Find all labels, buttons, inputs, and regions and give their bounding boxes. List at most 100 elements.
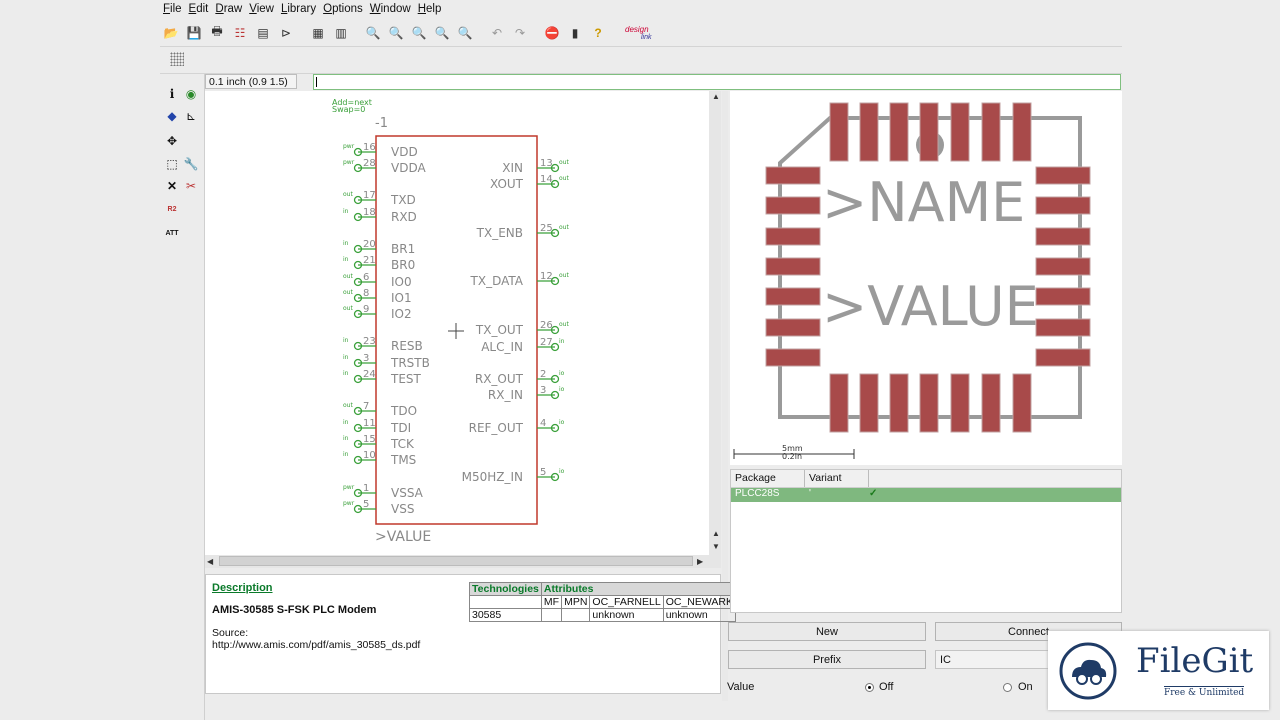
menu-mnemonic: V — [249, 3, 257, 15]
table-col-header: OC_FARNELL — [589, 595, 664, 609]
smash-icon[interactable]: ✂ — [182, 177, 200, 195]
pin-number: 4 — [540, 418, 546, 429]
package-row[interactable]: PLCC28S ' ✓ — [731, 488, 1121, 502]
run-icon[interactable]: ⊳ — [275, 22, 297, 44]
pin-name: XOUT — [490, 177, 524, 191]
change-icon[interactable]: 🔧 — [182, 155, 200, 173]
package-list[interactable]: Package Variant PLCC28S ' ✓ — [730, 469, 1122, 613]
pin-name: RESB — [391, 339, 423, 353]
script-icon[interactable]: ▤ — [252, 22, 274, 44]
stop-icon[interactable]: ⛔ — [541, 22, 563, 44]
menu-window[interactable]: Window — [367, 3, 415, 15]
layers-icon[interactable]: ▥ — [330, 22, 352, 44]
menu-edit[interactable]: Edit — [186, 3, 213, 15]
smd-pad — [829, 373, 849, 433]
redo-icon[interactable]: ↷ — [509, 22, 531, 44]
menu-label: indow — [380, 3, 411, 15]
grid-dots-icon[interactable] — [170, 52, 184, 66]
zoom-in-icon[interactable]: 🔍 — [385, 22, 407, 44]
pin-number: 1 — [363, 483, 369, 494]
symbol-drawing: Add=nextSwap=0-1>VALUE16pwr VDD28pwr VDDA1… — [332, 98, 569, 545]
pin-number: 5 — [540, 467, 546, 478]
menu-library[interactable]: Library — [278, 3, 320, 15]
smd-pad — [765, 287, 821, 306]
scroll-up-icon[interactable]: ▲ — [712, 92, 720, 101]
menu-help[interactable]: Help — [415, 3, 446, 15]
table-row[interactable]: 30585 unknown unknown — [469, 608, 737, 622]
delete-icon[interactable]: ✕ — [163, 177, 181, 195]
menu-label: ile — [170, 3, 182, 15]
package-name-text: >NAME — [822, 171, 1025, 234]
go-icon[interactable]: ▮ — [564, 22, 586, 44]
part-name: AMIS-30585 S-FSK PLC Modem — [212, 604, 377, 616]
menu-draw[interactable]: Draw — [212, 3, 246, 15]
name-icon[interactable]: R2 — [163, 200, 181, 218]
grid-icon[interactable]: ▦ — [307, 22, 329, 44]
smd-pad — [1035, 348, 1091, 367]
value-on-radio[interactable] — [1003, 683, 1012, 692]
pin-direction: pwr — [343, 143, 355, 150]
save-icon[interactable]: 💾 — [183, 22, 205, 44]
pin-number: 12 — [540, 271, 553, 282]
pin-number: 18 — [363, 207, 376, 218]
scroll-right-icon[interactable]: ▶ — [697, 557, 703, 566]
menu-label: ibrary — [287, 3, 317, 15]
symbol-vertical-scrollbar[interactable]: ▲ ▲ ▼ — [709, 91, 721, 555]
pin-number: 26 — [540, 320, 553, 331]
technologies-header[interactable]: Technologies — [469, 582, 542, 596]
column-package[interactable]: Package — [731, 470, 805, 487]
display-icon[interactable]: ◆ — [163, 107, 181, 125]
smd-pad — [765, 318, 821, 337]
pin-number: 20 — [363, 239, 376, 250]
pin-number: 7 — [363, 401, 369, 412]
pin-name: IO2 — [391, 307, 412, 321]
print-icon[interactable]: 🖶 — [206, 22, 228, 44]
new-button[interactable]: New — [728, 622, 926, 641]
mark-icon[interactable]: ⊾ — [182, 107, 200, 125]
scroll-down-icon[interactable]: ▼ — [712, 542, 720, 551]
table-cell: unknown — [662, 608, 737, 622]
pin-direction: in — [343, 256, 349, 263]
scroll-thumb[interactable] — [219, 556, 693, 566]
smd-pad — [1012, 102, 1032, 162]
pin-name: BR0 — [391, 258, 415, 272]
column-variant[interactable]: Variant — [805, 470, 869, 487]
design-link-logo[interactable]: design link — [619, 22, 663, 44]
description-link[interactable]: Description — [212, 582, 273, 594]
source-url: http://www.amis.com/pdf/amis_30585_ds.pd… — [212, 639, 421, 651]
group-icon[interactable]: ⬚ — [163, 155, 181, 173]
scroll-down-icon[interactable]: ▲ — [712, 529, 720, 538]
attributes-header[interactable]: Attributes — [540, 582, 737, 596]
scroll-left-icon[interactable]: ◀ — [207, 557, 213, 566]
prefix-button[interactable]: Prefix — [728, 650, 926, 669]
pin-number: 11 — [363, 418, 376, 429]
smd-pad — [1012, 373, 1032, 433]
cam-icon[interactable]: ☷ — [229, 22, 251, 44]
undo-icon[interactable]: ↶ — [486, 22, 508, 44]
show-icon[interactable]: ◉ — [182, 85, 200, 103]
pin-direction: out — [559, 321, 569, 328]
zoom-select-icon[interactable]: 🔍 — [431, 22, 453, 44]
symbol-canvas[interactable]: Add=next Swap=0 -1 >VALUE 16 pwr VDD 28 pwr VDDA 1… — [205, 91, 709, 555]
attribute-icon[interactable]: ATT — [163, 224, 181, 242]
zoom-fit-icon[interactable]: 🔍 — [362, 22, 384, 44]
table-cell — [469, 595, 542, 609]
zoom-out-icon[interactable]: 🔍 — [408, 22, 430, 44]
zoom-redraw-icon[interactable]: 🔍 — [454, 22, 476, 44]
info-icon[interactable]: i — [163, 85, 181, 103]
pin-name: TX_DATA — [470, 274, 524, 288]
command-line-input[interactable] — [313, 74, 1121, 90]
symbol-horizontal-scrollbar[interactable]: ◀ ▶ — [205, 555, 721, 568]
technology-table[interactable]: Technologies Attributes MF MPN OC_FARNEL… — [469, 582, 737, 622]
pin-name: VDD — [391, 145, 418, 159]
help-icon[interactable]: ? — [587, 22, 609, 44]
value-off-radio[interactable] — [865, 683, 874, 692]
menu-file[interactable]: File — [160, 3, 186, 15]
pin-name: IO0 — [391, 275, 412, 289]
move-icon[interactable]: ✥ — [163, 132, 181, 150]
pin-name: BR1 — [391, 242, 415, 256]
smd-pad — [1035, 318, 1091, 337]
menu-view[interactable]: View — [246, 3, 278, 15]
menu-options[interactable]: Options — [320, 3, 367, 15]
open-icon[interactable]: 📂 — [160, 22, 182, 44]
